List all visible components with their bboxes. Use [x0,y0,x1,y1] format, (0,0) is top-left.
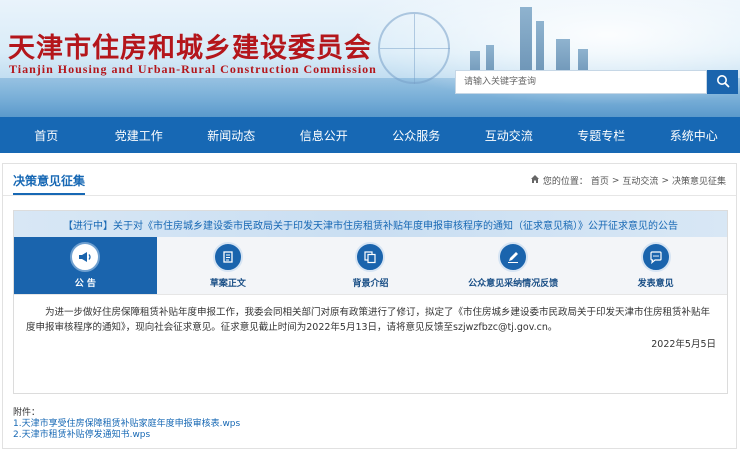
search-bar [455,70,738,94]
nav-special-topics[interactable]: 专题专栏 [555,117,648,153]
nav-interaction[interactable]: 互动交流 [463,117,556,153]
nav-home[interactable]: 首页 [0,117,93,153]
tab-label: 公众意见采纳情况反馈 [468,279,559,289]
attachment-link[interactable]: 1.天津市享受住房保障租赁补贴家庭年度申报审核表.wps [13,419,240,430]
site-title: 天津市住房和城乡建设委员会 [8,33,372,64]
document-icon [212,242,243,272]
chat-icon [640,242,671,272]
tab-label: 发表意见 [637,279,674,289]
attachments: 附件： 1.天津市享受住房保障租赁补贴家庭年度申报审核表.wps 2.天津市租赁… [13,408,240,441]
breadcrumb-home[interactable]: 首页 [591,174,609,187]
search-icon [716,74,730,91]
notice-paragraph: 为进一步做好住房保障租赁补贴年度申报工作，我委会同相关部门对原有政策进行了修订，… [26,307,711,333]
content-panel: 决策意见征集 您的位置： 首页 > 互动交流 > 决策意见征集 【进行中】关于对… [2,163,737,449]
section-title-underline [13,193,85,195]
megaphone-icon [70,242,101,272]
breadcrumb: 您的位置： 首页 > 互动交流 > 决策意见征集 [530,174,726,187]
tab-announcement[interactable]: 公 告 [14,237,157,294]
search-input[interactable] [455,70,707,94]
tab-label: 草案正文 [209,279,246,289]
breadcrumb-separator: > [611,175,620,186]
site-title-english: Tianjin Housing and Urban-Rural Construc… [9,62,377,76]
tab-label: 背景介绍 [352,279,389,289]
breadcrumb-separator: > [661,175,669,186]
ferris-wheel-illustration [378,12,450,84]
nav-info-disclosure[interactable]: 信息公开 [278,117,371,153]
header-banner: 天津市住房和城乡建设委员会 Tianjin Housing and Urban-… [0,0,740,117]
notice-body: 为进一步做好住房保障租赁补贴年度申报工作，我委会同相关部门对原有政策进行了修订，… [26,305,716,352]
section-title: 决策意见征集 [13,174,86,188]
breadcrumb-current[interactable]: 决策意见征集 [672,174,726,187]
attachments-label: 附件： [13,408,41,418]
attachment-link[interactable]: 2.天津市租赁补贴停发通知书.wps [13,430,240,441]
tab-label: 公 告 [74,279,96,289]
tab-comment[interactable]: 发表意见 [584,237,727,294]
tab-feedback[interactable]: 公众意见采纳情况反馈 [442,237,585,294]
main-nav: 首页 党建工作 新闻动态 信息公开 公众服务 互动交流 专题专栏 系统中心 [0,117,740,153]
skyline-tower [520,7,532,79]
section-header: 决策意见征集 您的位置： 首页 > 互动交流 > 决策意见征集 [3,164,736,196]
copy-icon [355,242,386,272]
nav-party-work[interactable]: 党建工作 [93,117,186,153]
nav-system-center[interactable]: 系统中心 [648,117,740,153]
nav-news[interactable]: 新闻动态 [185,117,278,153]
notice-tabs: 公 告 草案正文 背景介绍 公众意见采纳情况反馈 发表意见 [14,237,727,295]
pen-icon [498,242,529,272]
breadcrumb-interaction[interactable]: 互动交流 [622,174,658,187]
tab-background[interactable]: 背景介绍 [299,237,442,294]
notice-date: 2022年5月5日 [651,339,716,350]
home-icon [530,174,540,187]
search-button[interactable] [707,70,738,94]
notice-box: 【进行中】关于对《市住房城乡建设委市民政局关于印发天津市住房租赁补贴年度申报审核… [13,210,728,394]
breadcrumb-prefix: 您的位置： [542,177,588,187]
notice-title: 【进行中】关于对《市住房城乡建设委市民政局关于印发天津市住房租赁补贴年度申报审核… [14,211,727,237]
nav-public-service[interactable]: 公众服务 [370,117,463,153]
tab-draft-text[interactable]: 草案正文 [157,237,300,294]
